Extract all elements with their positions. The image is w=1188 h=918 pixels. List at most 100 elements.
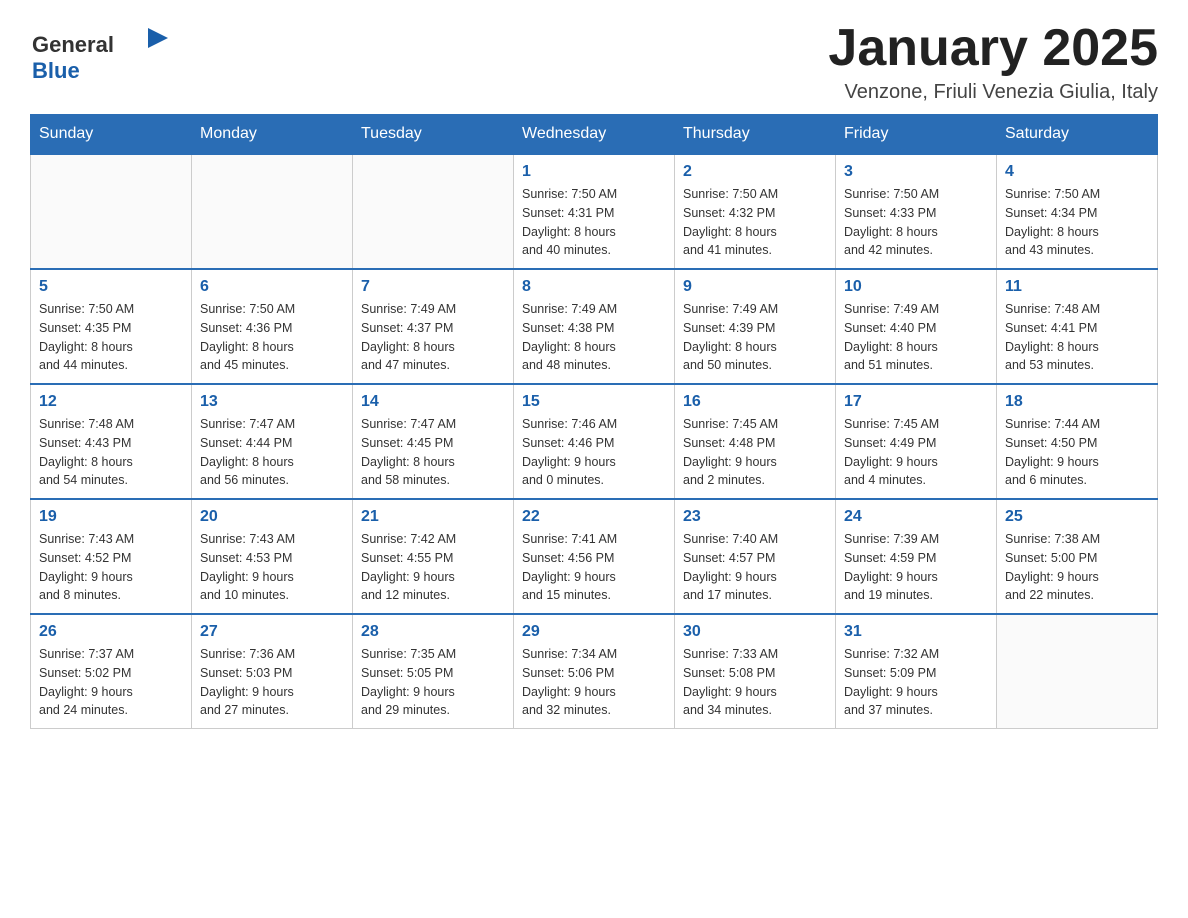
day-number: 8 bbox=[522, 278, 666, 296]
calendar-cell: 23 Sunrise: 7:40 AMSunset: 4:57 PMDayligh… bbox=[675, 499, 836, 614]
calendar-cell: 7 Sunrise: 7:49 AMSunset: 4:37 PMDaylight… bbox=[353, 269, 514, 384]
day-info: Sunrise: 7:37 AMSunset: 5:02 PMDaylight:… bbox=[39, 645, 183, 720]
week-row-4: 19Sunrise: 7:43 AMSunset: 4:52 PMDayligh… bbox=[31, 499, 1158, 614]
day-info: Sunrise: 7:45 AMSunset: 4:48 PMDaylight:… bbox=[683, 415, 827, 490]
calendar-cell bbox=[353, 154, 514, 269]
day-info: Sunrise: 7:47 AMSunset: 4:45 PMDaylight:… bbox=[361, 415, 505, 490]
day-number: 26 bbox=[39, 623, 183, 641]
day-info: Sunrise: 7:45 AMSunset: 4:49 PMDaylight:… bbox=[844, 415, 988, 490]
calendar-cell: 3Sunrise: 7:50 AMSunset: 4:33 PMDaylight… bbox=[836, 154, 997, 269]
day-info: Sunrise: 7:33 AMSunset: 5:08 PMDaylight:… bbox=[683, 645, 827, 720]
day-info: Sunrise: 7:48 AMSunset: 4:41 PMDaylight:… bbox=[1005, 300, 1149, 375]
calendar-cell: 21Sunrise: 7:42 AMSunset: 4:55 PMDayligh… bbox=[353, 499, 514, 614]
calendar-cell: 27Sunrise: 7:36 AMSunset: 5:03 PMDayligh… bbox=[192, 614, 353, 729]
day-number: 6 bbox=[200, 278, 344, 296]
day-info: Sunrise: 7:38 AMSunset: 5:00 PMDaylight:… bbox=[1005, 530, 1149, 605]
day-number: 4 bbox=[1005, 163, 1149, 181]
day-info: Sunrise: 7:49 AMSunset: 4:37 PMDaylight:… bbox=[361, 300, 505, 375]
calendar-cell: 15 Sunrise: 7:46 AMSunset: 4:46 PMDayligh… bbox=[514, 384, 675, 499]
day-number: 23 bbox=[683, 508, 827, 526]
calendar-cell: 6Sunrise: 7:50 AMSunset: 4:36 PMDaylight… bbox=[192, 269, 353, 384]
weekday-header-row: SundayMondayTuesdayWednesdayThursdayFrid… bbox=[31, 115, 1158, 155]
weekday-header-friday: Friday bbox=[836, 115, 997, 155]
calendar-cell: 18 Sunrise: 7:44 AMSunset: 4:50 PMDayligh… bbox=[997, 384, 1158, 499]
day-number: 28 bbox=[361, 623, 505, 641]
day-number: 31 bbox=[844, 623, 988, 641]
day-number: 20 bbox=[200, 508, 344, 526]
week-row-3: 12 Sunrise: 7:48 AMSunset: 4:43 PMDayligh… bbox=[31, 384, 1158, 499]
calendar-cell: 30Sunrise: 7:33 AMSunset: 5:08 PMDayligh… bbox=[675, 614, 836, 729]
day-info: Sunrise: 7:35 AMSunset: 5:05 PMDaylight:… bbox=[361, 645, 505, 720]
day-info: Sunrise: 7:48 AMSunset: 4:43 PMDaylight:… bbox=[39, 415, 183, 490]
calendar-table: SundayMondayTuesdayWednesdayThursdayFrid… bbox=[30, 114, 1158, 729]
calendar-cell: 31Sunrise: 7:32 AMSunset: 5:09 PMDayligh… bbox=[836, 614, 997, 729]
weekday-header-saturday: Saturday bbox=[997, 115, 1158, 155]
day-number: 18 bbox=[1005, 393, 1149, 411]
day-info: Sunrise: 7:44 AMSunset: 4:50 PMDaylight:… bbox=[1005, 415, 1149, 490]
page-header: General Blue January 2025 Venzone, Friul… bbox=[30, 20, 1158, 104]
day-number: 27 bbox=[200, 623, 344, 641]
svg-text:General: General bbox=[32, 32, 114, 57]
calendar-cell: 20 Sunrise: 7:43 AMSunset: 4:53 PMDayligh… bbox=[192, 499, 353, 614]
day-info: Sunrise: 7:49 AMSunset: 4:40 PMDaylight:… bbox=[844, 300, 988, 375]
calendar-cell: 4Sunrise: 7:50 AMSunset: 4:34 PMDaylight… bbox=[997, 154, 1158, 269]
day-number: 19 bbox=[39, 508, 183, 526]
week-row-2: 5Sunrise: 7:50 AMSunset: 4:35 PMDaylight… bbox=[31, 269, 1158, 384]
weekday-header-thursday: Thursday bbox=[675, 115, 836, 155]
day-number: 7 bbox=[361, 278, 505, 296]
day-info: Sunrise: 7:41 AMSunset: 4:56 PMDaylight:… bbox=[522, 530, 666, 605]
day-number: 2 bbox=[683, 163, 827, 181]
calendar-cell: 1Sunrise: 7:50 AMSunset: 4:31 PMDaylight… bbox=[514, 154, 675, 269]
day-info: Sunrise: 7:50 AMSunset: 4:32 PMDaylight:… bbox=[683, 185, 827, 260]
day-number: 9 bbox=[683, 278, 827, 296]
day-number: 25 bbox=[1005, 508, 1149, 526]
day-info: Sunrise: 7:40 AMSunset: 4:57 PMDaylight:… bbox=[683, 530, 827, 605]
day-info: Sunrise: 7:49 AMSunset: 4:39 PMDaylight:… bbox=[683, 300, 827, 375]
day-number: 3 bbox=[844, 163, 988, 181]
day-info: Sunrise: 7:39 AMSunset: 4:59 PMDaylight:… bbox=[844, 530, 988, 605]
weekday-header-wednesday: Wednesday bbox=[514, 115, 675, 155]
day-number: 17 bbox=[844, 393, 988, 411]
calendar-cell: 22Sunrise: 7:41 AMSunset: 4:56 PMDayligh… bbox=[514, 499, 675, 614]
calendar-cell: 5Sunrise: 7:50 AMSunset: 4:35 PMDaylight… bbox=[31, 269, 192, 384]
day-number: 11 bbox=[1005, 278, 1149, 296]
day-number: 5 bbox=[39, 278, 183, 296]
day-number: 10 bbox=[844, 278, 988, 296]
day-info: Sunrise: 7:47 AMSunset: 4:44 PMDaylight:… bbox=[200, 415, 344, 490]
location: Venzone, Friuli Venezia Giulia, Italy bbox=[828, 81, 1158, 104]
day-info: Sunrise: 7:50 AMSunset: 4:31 PMDaylight:… bbox=[522, 185, 666, 260]
day-info: Sunrise: 7:46 AMSunset: 4:46 PMDaylight:… bbox=[522, 415, 666, 490]
day-number: 21 bbox=[361, 508, 505, 526]
calendar-cell: 29 Sunrise: 7:34 AMSunset: 5:06 PMDayligh… bbox=[514, 614, 675, 729]
day-number: 14 bbox=[361, 393, 505, 411]
day-info: Sunrise: 7:34 AMSunset: 5:06 PMDaylight:… bbox=[522, 645, 666, 720]
day-number: 24 bbox=[844, 508, 988, 526]
calendar-cell: 2 Sunrise: 7:50 AMSunset: 4:32 PMDaylight… bbox=[675, 154, 836, 269]
weekday-header-monday: Monday bbox=[192, 115, 353, 155]
logo-svg: General Blue bbox=[30, 20, 170, 92]
calendar-cell: 17 Sunrise: 7:45 AMSunset: 4:49 PMDayligh… bbox=[836, 384, 997, 499]
calendar-cell bbox=[997, 614, 1158, 729]
month-title: January 2025 bbox=[828, 20, 1158, 77]
calendar-cell: 12 Sunrise: 7:48 AMSunset: 4:43 PMDayligh… bbox=[31, 384, 192, 499]
calendar-cell bbox=[31, 154, 192, 269]
calendar-cell: 24 Sunrise: 7:39 AMSunset: 4:59 PMDayligh… bbox=[836, 499, 997, 614]
day-number: 13 bbox=[200, 393, 344, 411]
title-area: January 2025 Venzone, Friuli Venezia Giu… bbox=[828, 20, 1158, 104]
calendar-cell bbox=[192, 154, 353, 269]
day-info: Sunrise: 7:43 AMSunset: 4:53 PMDaylight:… bbox=[200, 530, 344, 605]
calendar-cell: 25 Sunrise: 7:38 AMSunset: 5:00 PMDayligh… bbox=[997, 499, 1158, 614]
logo: General Blue bbox=[30, 20, 170, 92]
day-number: 29 bbox=[522, 623, 666, 641]
calendar-cell: 14 Sunrise: 7:47 AMSunset: 4:45 PMDayligh… bbox=[353, 384, 514, 499]
day-info: Sunrise: 7:49 AMSunset: 4:38 PMDaylight:… bbox=[522, 300, 666, 375]
calendar-cell: 28 Sunrise: 7:35 AMSunset: 5:05 PMDayligh… bbox=[353, 614, 514, 729]
day-number: 12 bbox=[39, 393, 183, 411]
svg-text:Blue: Blue bbox=[32, 58, 80, 83]
calendar-cell: 8 Sunrise: 7:49 AMSunset: 4:38 PMDaylight… bbox=[514, 269, 675, 384]
calendar-cell: 13 Sunrise: 7:47 AMSunset: 4:44 PMDayligh… bbox=[192, 384, 353, 499]
week-row-1: 1Sunrise: 7:50 AMSunset: 4:31 PMDaylight… bbox=[31, 154, 1158, 269]
calendar-cell: 9 Sunrise: 7:49 AMSunset: 4:39 PMDaylight… bbox=[675, 269, 836, 384]
day-number: 15 bbox=[522, 393, 666, 411]
day-number: 16 bbox=[683, 393, 827, 411]
